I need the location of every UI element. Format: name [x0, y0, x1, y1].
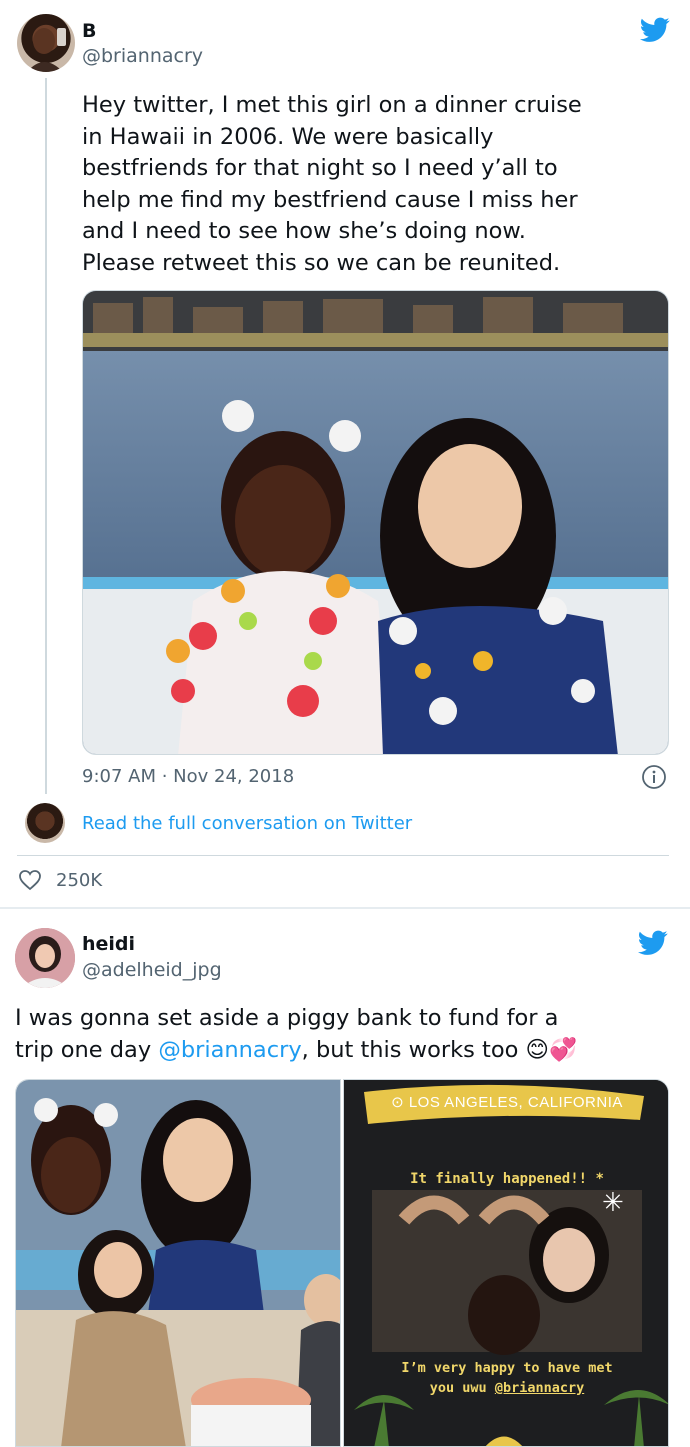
- text-line: bestfriends for that night so I need y’a…: [82, 155, 558, 181]
- heart-icon[interactable]: [18, 869, 42, 891]
- tweet-photo[interactable]: [82, 290, 669, 755]
- story-caption-top: It finally happened!! *: [410, 1171, 604, 1187]
- text-line: Please retweet this so we can be reunite…: [82, 249, 561, 276]
- text-line: and I need to see how she’s doing now.: [82, 218, 526, 244]
- text-line: trip one day @briannacry, but this works…: [15, 1035, 675, 1067]
- story-caption-bottom: I’m very happy to have met you uwu @bria…: [344, 1358, 668, 1398]
- tweet-text: I was gonna set aside a piggy bank to fu…: [15, 1003, 675, 1066]
- small-avatar[interactable]: [25, 803, 65, 843]
- tweet-card-2: heidi @adelheid_jpg I was gonna set asid…: [0, 909, 690, 1447]
- text-line: Hey twitter, I met this girl on a dinner…: [82, 92, 582, 118]
- caption-mention: @briannacry: [494, 1380, 585, 1396]
- avatar[interactable]: [15, 928, 75, 988]
- mention-link[interactable]: @briannacry: [158, 1037, 301, 1063]
- location-label: LOS ANGELES, CALIFORNIA: [408, 1094, 623, 1111]
- text-line: help me find my bestfriend cause I miss …: [82, 186, 578, 213]
- location-sticker: ⊙ LOS ANGELES, CALIFORNIA: [344, 1093, 668, 1111]
- avatar-photo: [27, 28, 66, 72]
- sparkle-icon: ✳: [602, 1188, 624, 1218]
- text-fragment: trip one day: [15, 1036, 159, 1063]
- thread-line: [45, 78, 47, 794]
- text-fragment: , but this works too: [301, 1036, 519, 1063]
- tweet-photo-left[interactable]: [15, 1079, 341, 1447]
- twitter-bird-icon[interactable]: [638, 930, 668, 956]
- user-handle[interactable]: @briannacry: [82, 45, 203, 67]
- like-count: 250K: [56, 870, 103, 891]
- caption-fragment: you uwu: [429, 1380, 495, 1396]
- caption-line: you uwu @briannacry: [344, 1378, 668, 1398]
- emoji: 😊💞: [525, 1036, 578, 1063]
- display-name[interactable]: heidi: [82, 933, 135, 955]
- text-line: in Hawaii in 2006. We were basically: [82, 123, 494, 150]
- avatar[interactable]: [17, 14, 75, 72]
- twitter-bird-icon[interactable]: [640, 17, 670, 43]
- photo-two-girls: [83, 291, 668, 754]
- photo-talk-show: [16, 1080, 340, 1446]
- tweet-photo-right[interactable]: ⊙ LOS ANGELES, CALIFORNIA It finally hap…: [343, 1079, 669, 1447]
- caption-line: I’m very happy to have met: [401, 1360, 613, 1376]
- avatar-photo: [15, 928, 75, 988]
- user-handle[interactable]: @adelheid_jpg: [82, 959, 222, 981]
- tweet-text: Hey twitter, I met this girl on a dinner…: [82, 90, 672, 279]
- location-pin-icon: ⊙: [391, 1094, 405, 1111]
- divider: [17, 855, 669, 856]
- display-name[interactable]: B: [82, 20, 96, 42]
- read-full-conversation-link[interactable]: Read the full conversation on Twitter: [82, 813, 412, 834]
- info-icon[interactable]: [641, 764, 667, 790]
- tweet-card-1: B @briannacry Hey twitter, I met this gi…: [0, 0, 690, 905]
- tweet-timestamp[interactable]: 9:07 AM · Nov 24, 2018: [82, 766, 294, 787]
- text-line: I was gonna set aside a piggy bank to fu…: [15, 1005, 559, 1031]
